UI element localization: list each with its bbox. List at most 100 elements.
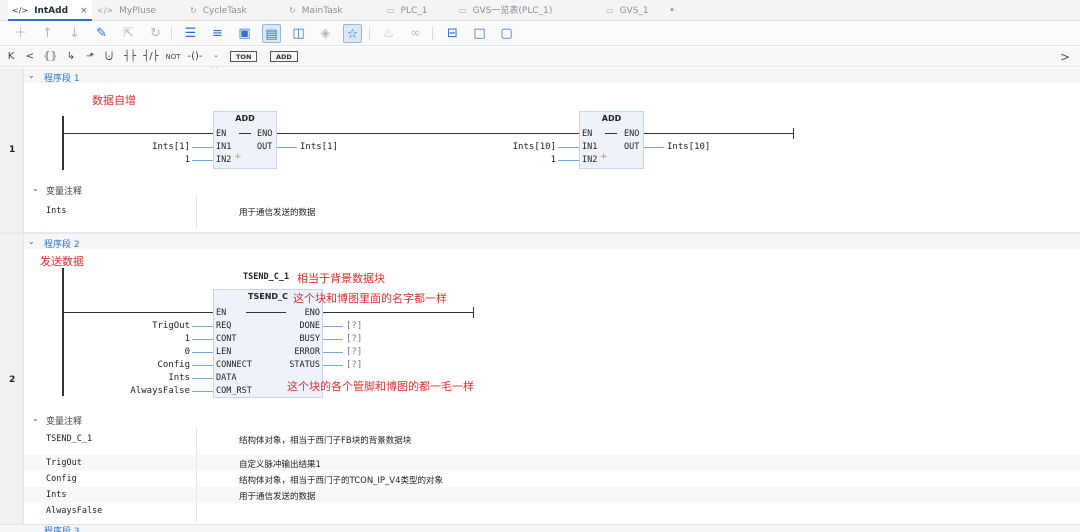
var-comment-row[interactable]: TrigOut 自定义脉冲输出结果1 <box>24 455 1080 471</box>
nav-prev-icon[interactable]: < <box>24 49 36 65</box>
add-button[interactable]: ADD <box>270 51 298 62</box>
operand[interactable]: 1 <box>100 334 190 344</box>
pin-busy: BUSY <box>299 334 320 344</box>
operand-placeholder[interactable]: [?] <box>346 360 362 370</box>
wire-icon[interactable]: ⨃ <box>102 49 116 65</box>
network-title: 程序段 2 <box>44 240 80 250</box>
var-comment-row[interactable]: Config 结构体对象，相当于西门子的TCON_IP_V4类型的对象 <box>24 471 1080 487</box>
en-wire <box>62 133 214 134</box>
scroll-right-icon[interactable]: > <box>1060 50 1070 64</box>
add-pin-icon[interactable]: + <box>600 152 608 162</box>
task-icon: ↻ <box>289 6 296 15</box>
no-contact-icon[interactable]: ┤├ <box>123 49 137 65</box>
chevron-down-icon[interactable]: ⌄ <box>28 237 35 246</box>
operand-placeholder[interactable]: [?] <box>346 321 362 331</box>
pin-out: OUT <box>624 142 640 152</box>
network-icon[interactable]: ♨ <box>379 24 398 43</box>
tab-intadd[interactable]: </> IntAdd × <box>8 0 92 21</box>
operand[interactable]: TrigOut <box>100 321 190 331</box>
table-icon: ▭ <box>606 6 614 15</box>
favorite-icon[interactable]: ☆ <box>343 24 362 43</box>
branch-icon[interactable]: ↳ <box>64 49 78 65</box>
add-pin-icon[interactable]: + <box>234 152 242 162</box>
data-wire <box>192 378 213 379</box>
cont-wire <box>192 339 213 340</box>
move-down-icon[interactable]: ↓ <box>65 24 84 43</box>
tab-maintask[interactable]: ↻ MainTask <box>289 0 343 21</box>
pin-eno: ENO <box>624 129 640 139</box>
network-2-header[interactable] <box>24 234 1080 249</box>
watch-icon[interactable]: ◈ <box>316 24 335 43</box>
en-eno-link <box>239 133 251 134</box>
operand[interactable]: Ints[10] <box>486 142 556 152</box>
done-wire <box>323 326 343 327</box>
tab-gvs-overview[interactable]: ▭ GVS一览表(PLC_1) <box>459 0 552 21</box>
tab-mypluse[interactable]: </> MyPluse <box>97 0 156 21</box>
chart-icon[interactable]: ◫ <box>289 24 308 43</box>
tab-overflow-dot[interactable]: • <box>669 0 675 21</box>
code-icon: </> <box>12 6 29 15</box>
comment-icon[interactable]: ▤ <box>262 24 281 43</box>
tab-cycletask[interactable]: ↻ CycleTask <box>190 0 247 21</box>
var-name: AlwaysFalse <box>46 506 103 516</box>
close-icon[interactable]: × <box>80 6 88 16</box>
pin-in2: IN2 <box>216 155 232 165</box>
refresh-icon[interactable]: ↻ <box>146 24 165 43</box>
network-1-header[interactable] <box>24 68 1080 83</box>
nc-contact-icon[interactable]: ┤/├ <box>143 49 159 65</box>
operand[interactable]: Ints[10] <box>667 142 710 152</box>
pin-cont: CONT <box>216 334 237 344</box>
list-icon[interactable]: ≡ <box>208 24 227 43</box>
box-contact-icon[interactable]: ⦃⦄ <box>43 49 58 65</box>
instance-name[interactable]: TSEND_C_1 <box>243 272 289 282</box>
link-icon[interactable]: ∞ <box>406 24 425 43</box>
move-up-icon[interactable]: ↑ <box>38 24 57 43</box>
split-horizontal-icon[interactable]: ⊟ <box>443 24 462 43</box>
tab-label: CycleTask <box>202 6 247 16</box>
insert-row-icon[interactable]: ☰ <box>181 24 200 43</box>
monitor-icon[interactable]: ▣ <box>235 24 254 43</box>
add-network-icon[interactable]: ＋ <box>11 24 30 43</box>
var-comment-row[interactable]: Ints 用于通信发送的数据 <box>24 487 1080 503</box>
var-name: TrigOut <box>46 458 82 468</box>
operand[interactable]: Config <box>100 360 190 370</box>
operand[interactable]: Ints[1] <box>120 142 190 152</box>
chevron-down-icon[interactable]: ⌄ <box>32 414 39 423</box>
operand[interactable]: 1 <box>150 155 190 165</box>
not-contact-icon[interactable]: NOT <box>165 49 181 65</box>
in1-wire <box>558 147 579 148</box>
var-comment-row[interactable]: AlwaysFalse <box>24 503 1080 519</box>
operand[interactable]: Ints[1] <box>300 142 338 152</box>
tab-label: GVS_1 <box>619 6 649 16</box>
var-comment-row[interactable]: Ints 用于通信发送的数据 <box>24 203 1080 219</box>
chevron-down-icon[interactable]: ⌄ <box>32 184 39 193</box>
maximize-icon[interactable]: ▢ <box>497 24 516 43</box>
operand[interactable]: AlwaysFalse <box>100 386 190 396</box>
coil-icon[interactable]: -()- <box>187 49 203 65</box>
network-3-header[interactable]: 程序段 3 <box>0 524 1080 532</box>
pin-en: EN <box>582 129 593 139</box>
operand[interactable]: 0 <box>100 347 190 357</box>
branch-close-icon[interactable]: ⬏ <box>83 49 97 65</box>
tab-gvs1[interactable]: ▭ GVS_1 <box>606 0 649 21</box>
in1-wire <box>192 147 213 148</box>
operand-placeholder[interactable]: [?] <box>346 334 362 344</box>
block-title: ADD <box>601 114 622 123</box>
chevron-down-icon[interactable]: ⌄ <box>28 71 35 80</box>
edit-icon[interactable]: ✎ <box>92 24 111 43</box>
operand[interactable]: Ints <box>100 373 190 383</box>
var-comment-row[interactable]: TSEND_C_1 结构体对象，相当于西门子FB块的背景数据块 <box>24 431 1080 447</box>
operand[interactable]: 1 <box>516 155 556 165</box>
pins-annotation: 这个块的各个管脚和博图的都一毛一样 <box>287 380 474 393</box>
ton-button[interactable]: TON <box>230 51 258 62</box>
window-icon[interactable]: □ <box>470 24 489 43</box>
pin-in2: IN2 <box>582 155 598 165</box>
tab-plc1[interactable]: ▭ PLC_1 <box>387 0 428 21</box>
nav-first-icon[interactable]: K <box>5 49 17 65</box>
export-icon[interactable]: ⇱ <box>119 24 138 43</box>
neg-coil-icon[interactable]: -(/)- <box>208 49 224 78</box>
pin-in1: IN1 <box>216 142 232 152</box>
pin-error: ERROR <box>294 347 320 357</box>
operand-placeholder[interactable]: [?] <box>346 347 362 357</box>
var-name: Ints <box>46 206 67 216</box>
